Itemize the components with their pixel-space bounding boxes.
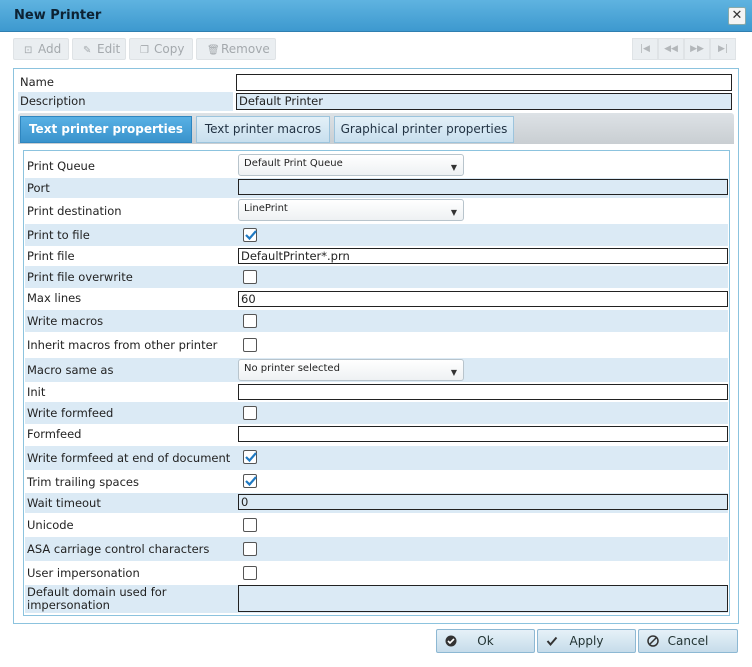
prev-icon[interactable]: ◀◀	[658, 38, 684, 60]
formfeed-end-row: Write formfeed at end of document	[25, 446, 728, 470]
first-icon[interactable]: |◀	[632, 38, 658, 60]
macro-same-as-row: Macro same as No printer selected ▼	[25, 358, 728, 382]
description-row: Description Default Printer	[18, 92, 734, 111]
print-destination-select[interactable]: LinePrint ▼	[238, 199, 464, 221]
default-domain-row: Default domain used for impersonation	[25, 585, 728, 613]
print-queue-select[interactable]: Default Print Queue ▼	[238, 154, 464, 176]
formfeed-field[interactable]	[238, 426, 728, 442]
impersonation-checkbox[interactable]	[243, 566, 257, 580]
macro-same-as-label: Macro same as	[25, 358, 235, 382]
write-formfeed-row: Write formfeed	[25, 402, 728, 424]
print-to-file-row: Print to file	[25, 224, 728, 246]
chevron-down-icon: ▼	[450, 368, 457, 377]
inherit-macros-checkbox[interactable]	[243, 338, 257, 352]
tab-graphical-printer-properties[interactable]: Graphical printer properties	[334, 116, 514, 143]
next-icon[interactable]: ▶▶	[684, 38, 710, 60]
add-button[interactable]: ⊡ Add	[13, 38, 69, 60]
asa-checkbox[interactable]	[243, 542, 257, 556]
unicode-checkbox[interactable]	[243, 518, 257, 532]
wait-timeout-label: Wait timeout	[25, 493, 235, 513]
print-file-overwrite-row: Print file overwrite	[25, 266, 728, 288]
cancel-button[interactable]: Cancel	[638, 629, 738, 653]
print-to-file-label: Print to file	[25, 224, 235, 246]
edit-icon: ✎	[83, 45, 92, 56]
name-field[interactable]	[236, 74, 732, 91]
tab-text-printer-macros[interactable]: Text printer macros	[196, 116, 330, 143]
formfeed-row: Formfeed	[25, 424, 728, 444]
wait-timeout-row: Wait timeout 0	[25, 493, 728, 513]
init-field[interactable]	[238, 384, 728, 400]
max-lines-field[interactable]: 60	[238, 291, 728, 307]
default-domain-label: Default domain used for impersonation	[25, 585, 235, 613]
port-row: Port	[25, 178, 728, 198]
formfeed-end-checkbox[interactable]	[243, 450, 257, 464]
port-field[interactable]	[238, 179, 728, 195]
trim-spaces-checkbox[interactable]	[243, 474, 257, 488]
macro-same-as-select[interactable]: No printer selected ▼	[238, 359, 464, 381]
chevron-down-icon: ▼	[450, 163, 457, 172]
trim-spaces-label: Trim trailing spaces	[27, 474, 139, 489]
print-to-file-checkbox[interactable]	[243, 228, 257, 242]
asa-label: ASA carriage control characters	[25, 537, 235, 561]
copy-button[interactable]: ❐ Copy	[129, 38, 193, 60]
copy-icon: ❐	[140, 45, 149, 56]
last-icon[interactable]: ▶|	[710, 38, 736, 60]
write-macros-label: Write macros	[25, 310, 235, 332]
write-macros-checkbox[interactable]	[243, 314, 257, 328]
inherit-macros-label: Inherit macros from other printer	[27, 338, 218, 352]
print-file-field[interactable]: DefaultPrinter*.prn	[238, 248, 728, 264]
print-queue-row: Print Queue Default Print Queue ▼	[25, 154, 728, 178]
inherit-macros-row: Inherit macros from other printer	[25, 332, 728, 358]
default-domain-field[interactable]	[238, 585, 728, 612]
asa-row: ASA carriage control characters	[25, 537, 728, 561]
unicode-row: Unicode	[25, 513, 728, 537]
print-file-label: Print file	[27, 249, 75, 263]
check-icon	[245, 476, 257, 487]
edit-button[interactable]: ✎ Edit	[72, 38, 126, 60]
apply-button[interactable]: Apply	[537, 629, 636, 653]
write-macros-row: Write macros	[25, 310, 728, 332]
wait-timeout-field[interactable]: 0	[238, 494, 728, 510]
close-icon[interactable]: ✕	[728, 7, 746, 25]
trim-spaces-row: Trim trailing spaces	[25, 470, 728, 493]
print-file-overwrite-checkbox[interactable]	[243, 270, 257, 284]
print-queue-label: Print Queue	[27, 159, 95, 173]
remove-button[interactable]: 🗑Remove	[196, 38, 276, 60]
print-destination-label: Print destination	[27, 204, 122, 218]
max-lines-label: Max lines	[27, 291, 82, 305]
print-destination-row: Print destination LinePrint ▼	[25, 198, 728, 224]
check-icon	[245, 452, 257, 463]
description-label: Description	[18, 92, 233, 111]
tab-text-printer-properties[interactable]: Text printer properties	[20, 116, 192, 143]
description-field[interactable]: Default Printer	[236, 93, 732, 110]
window-title: New Printer	[14, 8, 102, 23]
unicode-label: Unicode	[27, 518, 74, 532]
formfeed-label: Formfeed	[27, 427, 82, 441]
formfeed-end-label: Write formfeed at end of document	[25, 446, 235, 470]
port-label: Port	[25, 178, 235, 198]
impersonation-label: User impersonation	[27, 566, 140, 580]
name-row: Name	[18, 73, 734, 92]
print-file-row: Print file DefaultPrinter*.prn	[25, 246, 728, 266]
max-lines-row: Max lines 60	[25, 288, 728, 308]
ok-button[interactable]: Ok	[436, 629, 535, 653]
properties-panel: Print Queue Default Print Queue ▼ Port P…	[23, 150, 730, 616]
write-formfeed-label: Write formfeed	[25, 402, 235, 424]
init-row: Init	[25, 382, 728, 402]
write-formfeed-checkbox[interactable]	[243, 406, 257, 420]
form-panel: Name Description Default Printer Text pr…	[13, 68, 739, 624]
trash-icon: 🗑	[207, 45, 220, 56]
print-file-overwrite-label: Print file overwrite	[25, 266, 235, 288]
add-icon: ⊡	[24, 45, 33, 56]
tab-strip: Text printer properties Text printer mac…	[18, 113, 734, 144]
title-bar: New Printer ✕	[0, 0, 752, 32]
chevron-down-icon: ▼	[450, 208, 457, 217]
impersonation-row: User impersonation	[25, 561, 728, 585]
name-label: Name	[18, 73, 233, 92]
check-icon	[245, 230, 257, 241]
init-label: Init	[27, 385, 46, 399]
